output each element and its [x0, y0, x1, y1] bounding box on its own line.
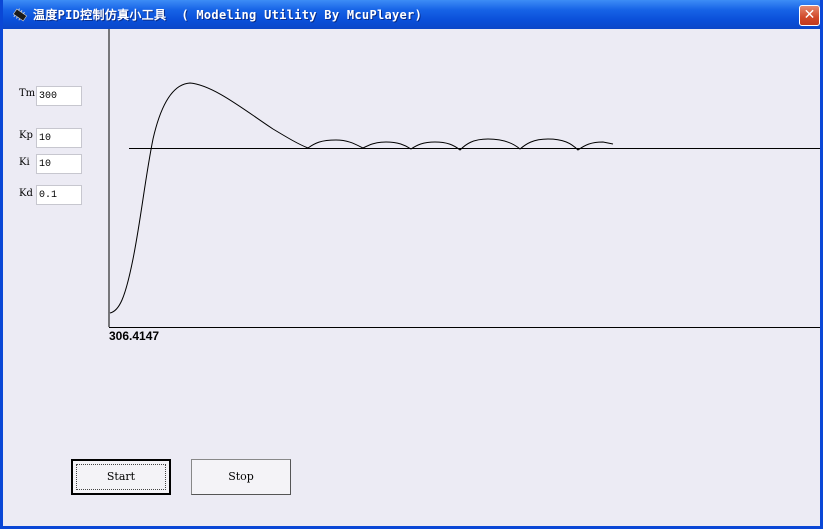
start-button[interactable]: Start	[71, 459, 171, 495]
app-icon	[12, 8, 28, 22]
app-window: 温度PID控制仿真小工具 ( Modeling Utility By McuPl…	[0, 0, 823, 529]
temperature-curve	[109, 82, 614, 314]
response-plot	[108, 29, 820, 328]
close-button[interactable]: ✕	[799, 5, 820, 26]
window-title: 温度PID控制仿真小工具 ( Modeling Utility By McuPl…	[33, 8, 423, 22]
close-icon: ✕	[803, 7, 816, 23]
title-bar[interactable]: 温度PID控制仿真小工具 ( Modeling Utility By McuPl…	[3, 0, 820, 29]
temperature-readout: 306.4147	[109, 329, 160, 343]
stop-button[interactable]: Stop	[191, 459, 291, 495]
